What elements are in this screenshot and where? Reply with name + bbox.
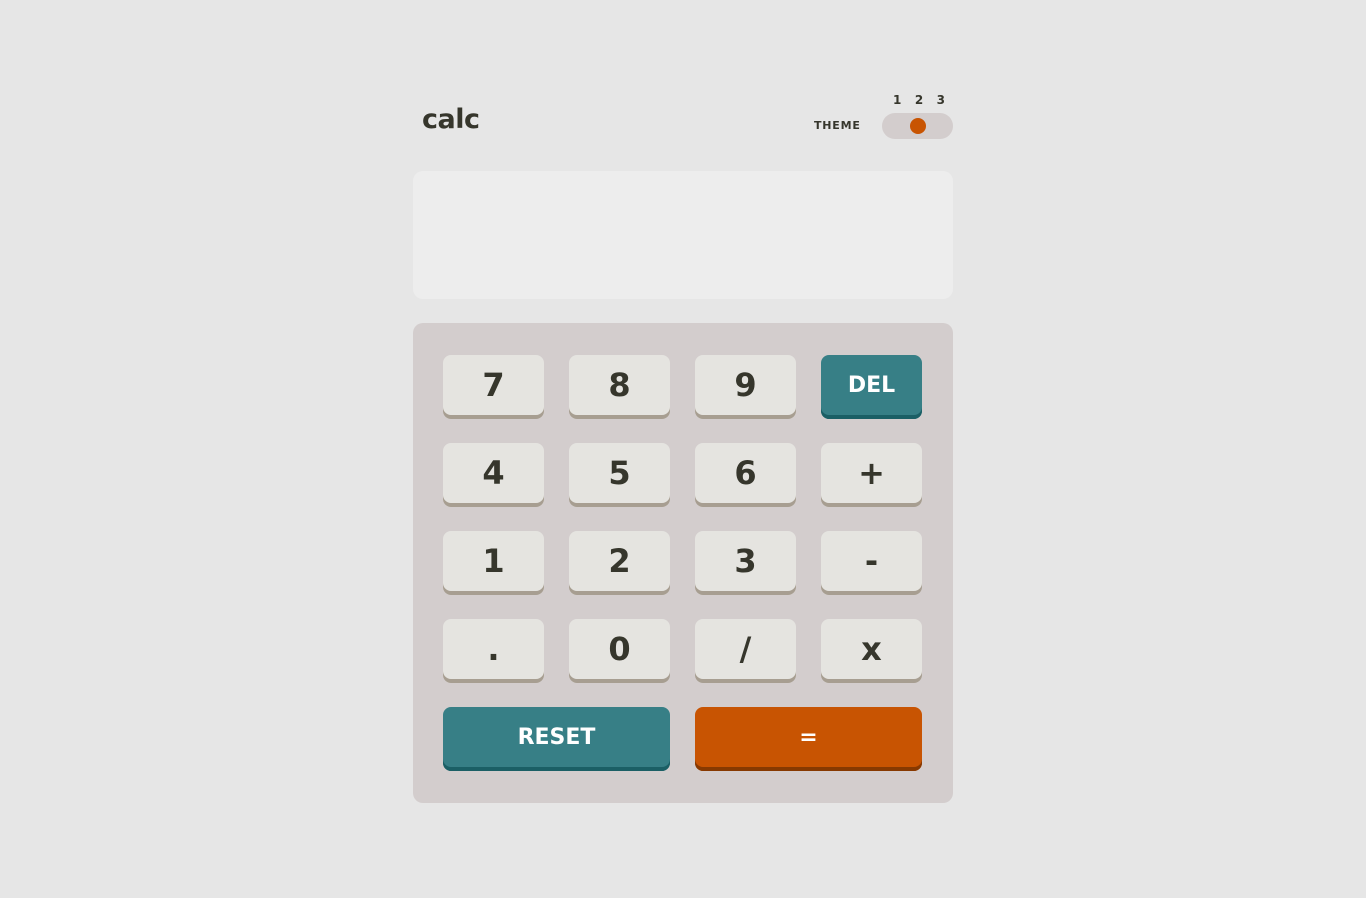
delete-button[interactable]: DEL (821, 355, 922, 419)
multiply-button[interactable]: x (821, 619, 922, 683)
theme-toggle-knob[interactable] (910, 118, 926, 134)
key-7[interactable]: 7 (443, 355, 544, 419)
calculator-header: calc THEME 1 2 3 (413, 90, 953, 150)
key-8[interactable]: 8 (569, 355, 670, 419)
equals-button[interactable]: = (695, 707, 922, 771)
theme-label: THEME (814, 119, 861, 132)
theme-option-2[interactable]: 2 (915, 93, 923, 107)
reset-button[interactable]: RESET (443, 707, 670, 771)
key-3[interactable]: 3 (695, 531, 796, 595)
minus-button[interactable]: - (821, 531, 922, 595)
key-9[interactable]: 9 (695, 355, 796, 419)
divide-button[interactable]: / (695, 619, 796, 683)
calculator-display (413, 171, 953, 299)
key-0[interactable]: 0 (569, 619, 670, 683)
theme-option-1[interactable]: 1 (893, 93, 901, 107)
key-1[interactable]: 1 (443, 531, 544, 595)
key-6[interactable]: 6 (695, 443, 796, 507)
app-logo: calc (422, 104, 480, 135)
decimal-button[interactable]: . (443, 619, 544, 683)
theme-toggle[interactable] (882, 113, 953, 139)
key-4[interactable]: 4 (443, 443, 544, 507)
calculator: calc THEME 1 2 3 7 8 9 DEL 4 5 6 + 1 2 3… (413, 90, 953, 803)
plus-button[interactable]: + (821, 443, 922, 507)
keypad: 7 8 9 DEL 4 5 6 + 1 2 3 - . 0 / x RESET … (413, 323, 953, 803)
theme-option-3[interactable]: 3 (937, 93, 945, 107)
key-2[interactable]: 2 (569, 531, 670, 595)
key-5[interactable]: 5 (569, 443, 670, 507)
theme-options: 1 2 3 (887, 93, 951, 107)
